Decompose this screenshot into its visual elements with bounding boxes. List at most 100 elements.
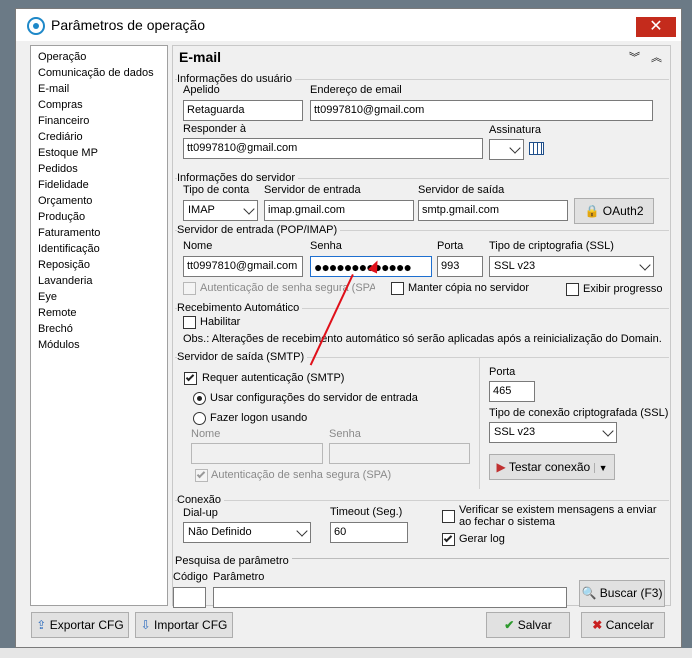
expand-all-icon[interactable]: ︽ bbox=[651, 49, 662, 65]
nickname-label: Apelido bbox=[183, 84, 220, 96]
collapse-all-icon[interactable]: ︾ bbox=[629, 49, 640, 65]
test-icon: ▶ bbox=[496, 460, 506, 474]
email-label: Endereço de email bbox=[310, 84, 402, 96]
close-button[interactable]: ✕ bbox=[636, 17, 676, 37]
check-on-close-checkbox[interactable] bbox=[442, 510, 455, 523]
cancel-label: Cancelar bbox=[605, 618, 654, 632]
keep-copy-checkbox[interactable] bbox=[391, 282, 404, 295]
show-progress-label: Exibir progresso bbox=[583, 283, 663, 295]
import-cfg-button[interactable]: ⇩ Importar CFG bbox=[135, 612, 233, 638]
use-incoming-radio[interactable] bbox=[193, 392, 206, 405]
incoming-name-label: Nome bbox=[183, 240, 213, 252]
sidebar-item-email[interactable]: E-mail bbox=[38, 81, 69, 97]
account-type-label: Tipo de conta bbox=[183, 184, 250, 196]
sidebar-item-brecho[interactable]: Brechó bbox=[38, 321, 73, 337]
outgoing-server-input[interactable]: smtp.gmail.com bbox=[418, 200, 568, 221]
server-info-group-label: Informações do servidor bbox=[177, 172, 298, 184]
incoming-server-input[interactable]: imap.gmail.com bbox=[264, 200, 414, 221]
window-title: Parâmetros de operação bbox=[51, 17, 206, 33]
save-label: Salvar bbox=[517, 618, 552, 632]
logon-using-radio[interactable] bbox=[193, 412, 206, 425]
account-type-select[interactable]: IMAP bbox=[183, 200, 258, 221]
sidebar-item-producao[interactable]: Produção bbox=[38, 209, 85, 225]
smtp-name-input[interactable] bbox=[191, 443, 323, 464]
oauth2-button[interactable]: 🔒 OAuth2 bbox=[574, 198, 654, 224]
ssl-type-select[interactable]: SSL v23 bbox=[489, 256, 654, 277]
incoming-name-input[interactable]: tt0997810@gmail.com bbox=[183, 256, 303, 277]
conn-type-select[interactable]: SSL v23 bbox=[489, 422, 617, 443]
search-group-label: Pesquisa de parâmetro bbox=[175, 555, 292, 567]
export-cfg-label: Exportar CFG bbox=[49, 618, 124, 632]
use-incoming-label: Usar configurações do servidor de entrad… bbox=[210, 392, 418, 404]
sidebar-item-faturamento[interactable]: Faturamento bbox=[38, 225, 100, 241]
nickname-input[interactable]: Retaguarda bbox=[183, 100, 303, 121]
email-input[interactable]: tt0997810@gmail.com bbox=[310, 100, 653, 121]
requires-auth-checkbox[interactable] bbox=[184, 372, 197, 385]
ssl-type-value: SSL v23 bbox=[494, 260, 536, 272]
test-connection-button[interactable]: ▶ Testar conexão ▼ bbox=[489, 454, 615, 480]
sidebar-item-reposicao[interactable]: Reposição bbox=[38, 257, 90, 273]
code-input[interactable] bbox=[173, 587, 206, 608]
smtp-spa-label: Autenticação de senha segura (SPA) bbox=[211, 469, 392, 481]
calendar-icon[interactable] bbox=[529, 142, 544, 155]
sidebar-item-estoque[interactable]: Estoque MP bbox=[38, 145, 98, 161]
title-bar: Parâmetros de operação ✕ bbox=[16, 9, 681, 41]
sidebar-item-modulos[interactable]: Módulos bbox=[38, 337, 80, 353]
sidebar-item-crediario[interactable]: Crediário bbox=[38, 129, 83, 145]
check-icon: ✔ bbox=[504, 618, 515, 632]
smtp-divider bbox=[479, 357, 480, 489]
show-progress-checkbox[interactable] bbox=[566, 283, 579, 296]
chevron-down-icon bbox=[296, 525, 308, 537]
test-connection-label: Testar conexão bbox=[508, 460, 591, 474]
smtp-password-label: Senha bbox=[329, 428, 361, 440]
import-icon: ⇩ bbox=[140, 618, 151, 632]
smtp-port-input[interactable]: 465 bbox=[489, 381, 535, 402]
logon-using-label: Fazer logon usando bbox=[210, 412, 308, 424]
sidebar-item-comunicacao[interactable]: Comunicação de dados bbox=[38, 65, 154, 81]
enable-auto-receive-checkbox[interactable] bbox=[183, 316, 196, 329]
app-icon bbox=[27, 17, 45, 35]
sidebar: Operação Comunicação de dados E-mail Com… bbox=[30, 45, 168, 606]
sidebar-item-orcamento[interactable]: Orçamento bbox=[38, 193, 92, 209]
sidebar-item-fidelidade[interactable]: Fidelidade bbox=[38, 177, 89, 193]
enable-auto-receive-label: Habilitar bbox=[200, 316, 241, 328]
sidebar-item-operacao[interactable]: Operação bbox=[38, 49, 86, 65]
dialup-label: Dial-up bbox=[183, 507, 218, 519]
chevron-down-icon[interactable]: ▼ bbox=[593, 463, 608, 473]
dialup-select[interactable]: Não Definido bbox=[183, 522, 311, 543]
smtp-name-label: Nome bbox=[191, 428, 221, 440]
reply-to-label: Responder à bbox=[183, 123, 246, 135]
signature-select[interactable] bbox=[489, 139, 524, 160]
export-cfg-button[interactable]: ⇪ Exportar CFG bbox=[31, 612, 129, 638]
sidebar-item-eye[interactable]: Eye bbox=[38, 289, 57, 305]
x-icon: ✖ bbox=[592, 618, 603, 632]
import-cfg-label: Importar CFG bbox=[154, 618, 228, 632]
param-label: Parâmetro bbox=[213, 571, 265, 583]
param-input[interactable] bbox=[213, 587, 567, 608]
smtp-spa-checkbox[interactable] bbox=[195, 469, 208, 482]
sidebar-item-identificacao[interactable]: Identificação bbox=[38, 241, 100, 257]
chevron-down-icon bbox=[243, 203, 255, 215]
cancel-button[interactable]: ✖ Cancelar bbox=[581, 612, 665, 638]
sidebar-item-financeiro[interactable]: Financeiro bbox=[38, 113, 89, 129]
save-button[interactable]: ✔ Salvar bbox=[486, 612, 570, 638]
port-input[interactable]: 993 bbox=[437, 256, 483, 277]
timeout-input[interactable]: 60 bbox=[330, 522, 408, 543]
smtp-password-input[interactable] bbox=[329, 443, 470, 464]
content-panel: E-mail ︾ ︽ Informações do usuário Apelid… bbox=[172, 45, 671, 608]
incoming-server-label: Servidor de entrada bbox=[264, 184, 361, 196]
gen-log-checkbox[interactable] bbox=[442, 533, 455, 546]
incoming-spa-checkbox[interactable] bbox=[183, 282, 196, 295]
check-on-close-label: Verificar se existem mensagens a enviar … bbox=[459, 504, 657, 528]
section-header: E-mail ︾ ︽ bbox=[173, 46, 670, 68]
checkmark-icon bbox=[185, 372, 195, 382]
sidebar-item-compras[interactable]: Compras bbox=[38, 97, 83, 113]
group-divider bbox=[175, 500, 669, 501]
reply-to-input[interactable]: tt0997810@gmail.com bbox=[183, 138, 483, 159]
account-type-value: IMAP bbox=[188, 204, 215, 216]
sidebar-item-lavanderia[interactable]: Lavanderia bbox=[38, 273, 92, 289]
sidebar-item-remote[interactable]: Remote bbox=[38, 305, 77, 321]
conn-type-value: SSL v23 bbox=[494, 426, 536, 438]
sidebar-item-pedidos[interactable]: Pedidos bbox=[38, 161, 78, 177]
search-button[interactable]: 🔍 Buscar (F3) bbox=[579, 580, 665, 607]
